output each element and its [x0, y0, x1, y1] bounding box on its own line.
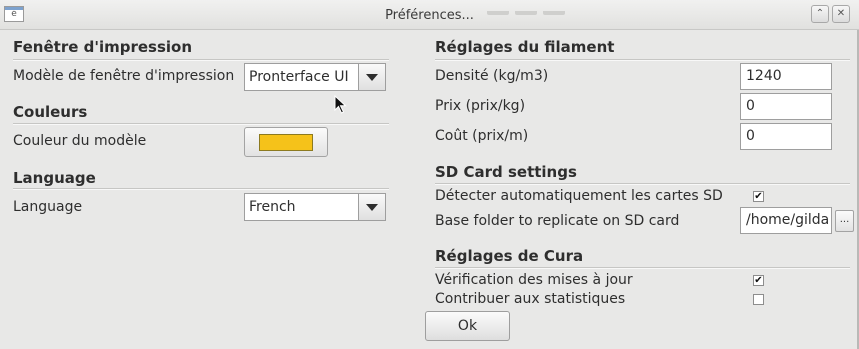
title-bar: é Préférences... ⌃ ✕	[0, 0, 859, 30]
language-dropdown[interactable]: French	[244, 193, 386, 221]
section-title-language: Language	[13, 169, 96, 187]
separator	[13, 123, 389, 125]
price-input[interactable]: 0	[740, 93, 832, 120]
separator	[435, 267, 850, 269]
check-updates-label: Vérification des mises à jour	[435, 272, 633, 288]
window-title: Préférences...	[385, 8, 474, 23]
section-title-cura: Réglages de Cura	[435, 247, 584, 265]
print-window-model-dropdown[interactable]: Pronterface UI	[244, 63, 386, 91]
model-color-swatch	[259, 133, 313, 151]
separator	[13, 59, 389, 61]
section-title-colors: Couleurs	[13, 103, 88, 121]
sd-autodetect-label: Détecter automatiquement les cartes SD	[435, 188, 723, 204]
model-color-label: Couleur du modèle	[13, 133, 147, 149]
background-window-edge	[487, 0, 571, 15]
section-title-print-window: Fenêtre d'impression	[13, 38, 193, 56]
check-updates-checkbox[interactable]: ✔	[753, 275, 764, 286]
sd-base-folder-label: Base folder to replicate on SD card	[435, 213, 680, 229]
cost-input[interactable]: 0	[740, 123, 832, 150]
mouse-pointer-icon	[334, 94, 348, 119]
section-title-filament: Réglages du filament	[435, 38, 615, 56]
model-color-button[interactable]	[244, 127, 328, 157]
statistics-label: Contribuer aux statistiques	[435, 291, 626, 307]
density-input[interactable]: 1240	[740, 63, 832, 90]
chevron-down-icon[interactable]	[358, 64, 385, 90]
section-title-sd-card: SD Card settings	[435, 163, 577, 181]
close-icon[interactable]: ✕	[832, 5, 850, 23]
separator	[435, 183, 850, 185]
print-window-model-value: Pronterface UI	[249, 69, 349, 85]
maximize-icon[interactable]: ⌃	[811, 5, 829, 23]
sd-autodetect-checkbox[interactable]: ✔	[753, 191, 764, 202]
statistics-checkbox[interactable]	[753, 294, 764, 305]
separator	[435, 59, 850, 61]
browse-folder-button[interactable]: ...	[835, 210, 854, 232]
cost-label: Coût (prix/m)	[435, 128, 529, 144]
print-window-model-label: Modèle de fenêtre d'impression	[13, 68, 235, 84]
separator	[13, 188, 389, 190]
sd-base-folder-input[interactable]: /home/gilda	[740, 207, 832, 234]
language-value: French	[249, 199, 296, 215]
price-label: Prix (prix/kg)	[435, 98, 526, 114]
ok-button[interactable]: Ok	[425, 311, 510, 341]
chevron-down-icon[interactable]	[358, 194, 385, 220]
density-label: Densité (kg/m3)	[435, 68, 549, 84]
language-label: Language	[13, 199, 83, 215]
